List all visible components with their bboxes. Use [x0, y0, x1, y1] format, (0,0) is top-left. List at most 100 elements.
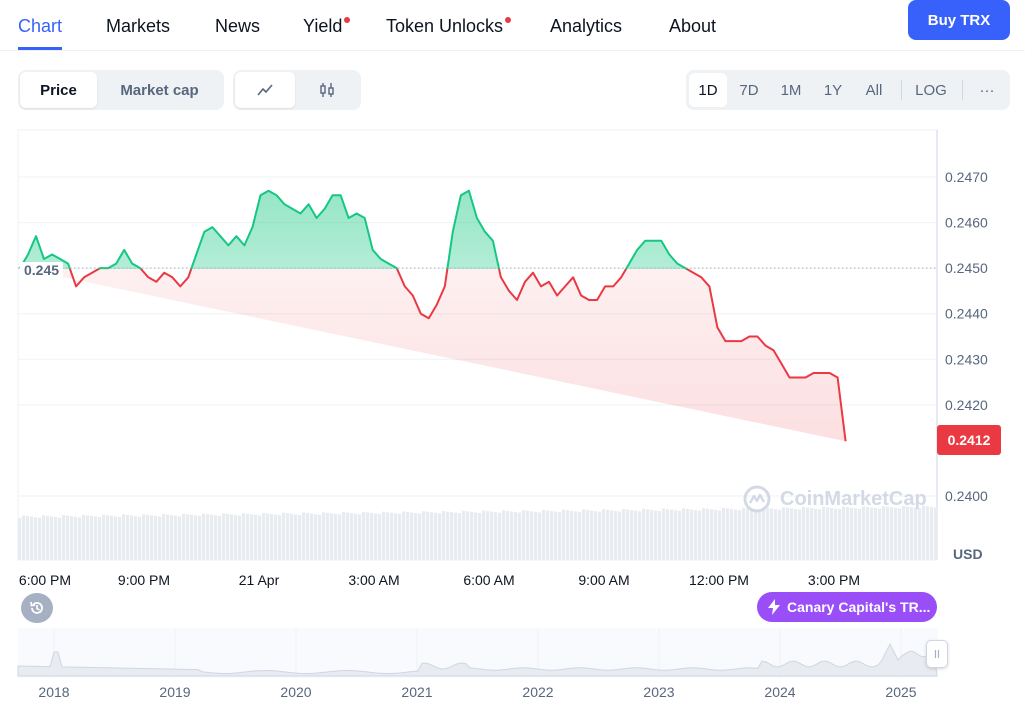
y-tick-label: 0.2460: [945, 215, 988, 231]
volume-bar: [142, 514, 146, 560]
volume-bar: [610, 510, 614, 560]
watermark-text: CoinMarketCap: [780, 487, 927, 510]
volume-bar: [850, 507, 854, 560]
volume-bar: [738, 510, 742, 560]
tab-chart[interactable]: Chart: [18, 16, 63, 50]
volume-bar: [522, 510, 526, 560]
volume-bar: [270, 514, 274, 560]
range-1d[interactable]: 1D: [689, 73, 727, 107]
volume-bar: [710, 509, 714, 560]
tab-markets[interactable]: Markets: [106, 16, 170, 50]
volume-bar: [654, 510, 658, 560]
marketcap-toggle[interactable]: Market cap: [97, 72, 222, 108]
current-price-badge: 0.2412: [937, 425, 1001, 455]
price-areas: [18, 190, 937, 442]
volume-bar: [662, 508, 666, 560]
y-tick-label: 0.2440: [945, 306, 988, 322]
volume-bar: [506, 510, 510, 560]
volume-bar: [466, 511, 470, 560]
volume-bar: [494, 512, 498, 560]
volume-bar: [638, 511, 642, 560]
range-1y[interactable]: 1Y: [814, 73, 852, 107]
volume-bar: [766, 508, 770, 560]
volume-bar: [670, 509, 674, 560]
volume-bar: [118, 516, 122, 560]
volume-bar: [34, 517, 38, 560]
navigator-handle[interactable]: [926, 640, 948, 668]
volume-bar: [510, 511, 514, 560]
volume-bar: [926, 506, 930, 560]
volume-bar: [458, 513, 462, 560]
volume-bar: [822, 506, 826, 560]
line-chart-button[interactable]: [235, 72, 295, 108]
volume-bar: [58, 517, 62, 560]
lightning-icon: [768, 599, 780, 615]
volume-bar: [882, 506, 886, 560]
volume-bar: [518, 512, 522, 560]
volume-bar: [26, 516, 30, 560]
range-7d[interactable]: 7D: [730, 73, 768, 107]
tab-analytics[interactable]: Analytics: [550, 16, 622, 50]
volume-bar: [334, 513, 338, 560]
volume-bar: [742, 507, 746, 560]
volume-bar: [342, 512, 346, 560]
line-chart-icon: [257, 84, 273, 96]
history-button[interactable]: [21, 593, 53, 623]
divider: [962, 80, 963, 100]
volume-bar: [134, 516, 138, 560]
volume-bar: [454, 512, 458, 560]
tab-news[interactable]: News: [215, 16, 260, 50]
volume-bar: [274, 514, 278, 560]
volume-bar: [542, 509, 546, 560]
volume-bar: [546, 510, 550, 560]
log-toggle[interactable]: LOG: [908, 73, 954, 107]
volume-bar: [886, 506, 890, 560]
volume-bar: [862, 506, 866, 560]
volume-bar: [266, 513, 270, 560]
volume-bar: [382, 511, 386, 560]
volume-bar: [802, 507, 806, 560]
volume-bar: [302, 512, 306, 560]
volume-bar: [406, 511, 410, 560]
volume-bar: [570, 510, 574, 560]
coinmarketcap-logo-icon: [743, 485, 771, 513]
volume-bar: [374, 513, 378, 560]
volume-bar: [426, 511, 430, 560]
y-tick-label: 0.2400: [945, 488, 988, 504]
tab-yield[interactable]: Yield: [303, 16, 351, 50]
volume-bar: [754, 509, 758, 560]
volume-bar: [734, 509, 738, 560]
volume-bar: [370, 512, 374, 560]
navigator: 2018 2019 2020 2021 2022 2023 2024 2025: [17, 628, 938, 700]
volume-bar: [774, 509, 778, 560]
volume-bar: [558, 512, 562, 560]
volume-bar: [722, 507, 726, 560]
volume-bar: [78, 517, 82, 560]
candlestick-button[interactable]: [295, 72, 359, 108]
news-event-pill[interactable]: Canary Capital's TR...: [757, 592, 937, 622]
volume-bar: [362, 511, 366, 560]
volume-bar: [786, 507, 790, 560]
volume-bar: [298, 514, 302, 560]
volume-bar: [314, 514, 318, 560]
volume-bar: [290, 513, 294, 560]
volume-bar: [54, 517, 58, 560]
tab-token-unlocks[interactable]: Token Unlocks: [386, 16, 512, 50]
volume-bar: [102, 514, 106, 560]
volume-bar: [894, 507, 898, 560]
price-toggle[interactable]: Price: [20, 72, 97, 108]
x-axis: 6:00 PM 9:00 PM 21 Apr 3:00 AM 6:00 AM 9:00 A…: [19, 572, 860, 588]
volume-bar: [854, 508, 858, 560]
tab-about[interactable]: About: [669, 16, 716, 50]
volume-bar: [698, 510, 702, 560]
volume-bar: [430, 512, 434, 560]
volume-bar: [178, 516, 182, 560]
buy-button[interactable]: Buy TRX: [908, 0, 1010, 40]
more-options-button[interactable]: ···: [968, 73, 1006, 107]
range-1m[interactable]: 1M: [772, 73, 810, 107]
volume-bar: [666, 509, 670, 560]
range-all[interactable]: All: [855, 73, 893, 107]
volume-bar: [650, 509, 654, 560]
x-tick-label: 21 Apr: [239, 572, 280, 588]
volume-bar: [586, 510, 590, 560]
